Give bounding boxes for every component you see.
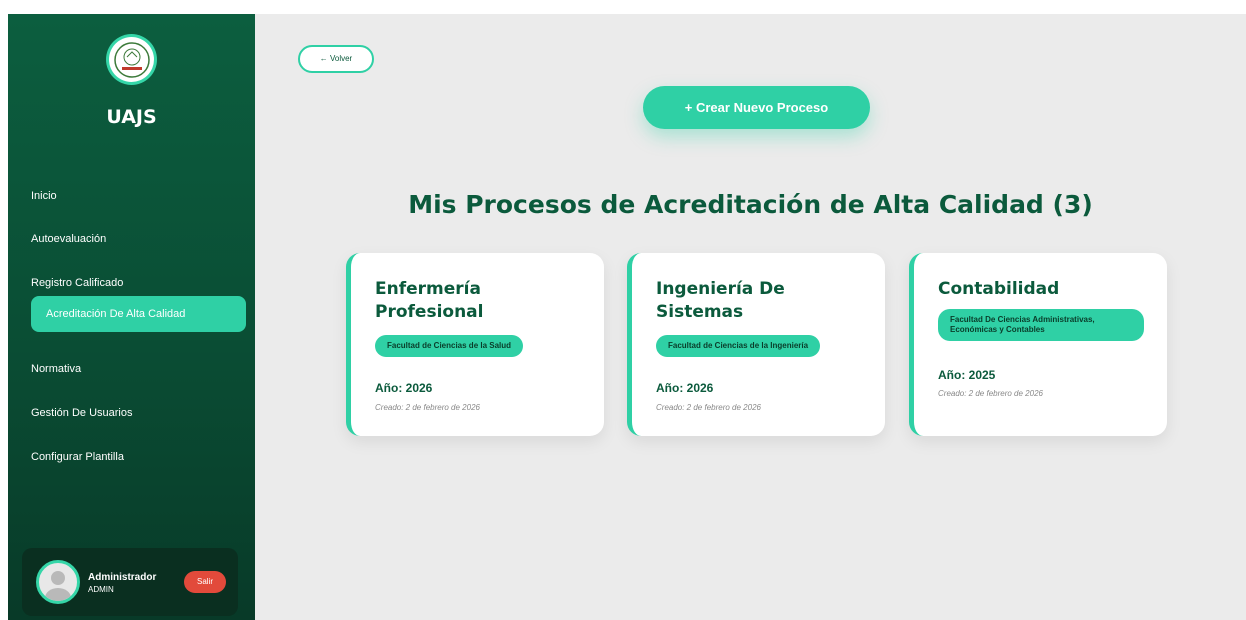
brand-title: UAJS (106, 106, 157, 128)
card-created-date: Creado: 2 de febrero de 2026 (656, 403, 761, 412)
sidebar-item-autoevaluacion[interactable]: Autoevaluación (31, 233, 106, 245)
process-card[interactable]: Contabilidad Facultad De Ciencias Admini… (909, 253, 1167, 436)
sidebar-item-normativa[interactable]: Normativa (31, 363, 81, 375)
card-year: Año: 2026 (375, 381, 433, 395)
card-title: Ingeniería De Sistemas (656, 279, 785, 322)
sidebar-item-configurar-plantilla[interactable]: Configurar Plantilla (31, 451, 124, 463)
faculty-badge: Facultad de Ciencias de la Salud (375, 335, 524, 357)
card-title: Enfermería Profesional (375, 279, 484, 322)
process-card[interactable]: Enfermería Profesional Facultad de Cienc… (346, 253, 604, 436)
process-card[interactable]: Ingeniería De Sistemas Facultad de Cienc… (627, 253, 885, 436)
logout-button[interactable]: Salir (184, 571, 226, 593)
sidebar: UAJS Inicio Autoevaluación Registro Cali… (8, 14, 255, 620)
card-created-date: Creado: 2 de febrero de 2026 (938, 389, 1043, 398)
user-role: ADMIN (88, 585, 114, 594)
sidebar-item-registro-calificado[interactable]: Registro Calificado (31, 277, 123, 289)
card-year: Año: 2025 (938, 368, 996, 382)
card-year: Año: 2026 (656, 381, 714, 395)
user-name: Administrador (88, 572, 157, 583)
user-avatar-icon (36, 560, 80, 604)
create-process-button[interactable]: + Crear Nuevo Proceso (643, 86, 870, 129)
main-content: ← Volver + Crear Nuevo Proceso Mis Proce… (255, 14, 1246, 620)
sidebar-item-gestion-usuarios[interactable]: Gestión De Usuarios (31, 407, 133, 419)
user-card: Administrador ADMIN Salir (22, 548, 238, 616)
sidebar-item-inicio[interactable]: Inicio (31, 190, 57, 202)
institution-seal-icon (113, 41, 150, 78)
logo (106, 34, 157, 85)
card-title: Contabilidad (938, 279, 1060, 299)
faculty-badge: Facultad De Ciencias Administrativas, Ec… (938, 309, 1144, 341)
page-title: Mis Procesos de Acreditación de Alta Cal… (408, 190, 1093, 219)
back-button[interactable]: ← Volver (298, 45, 374, 73)
faculty-badge: Facultad de Ciencias de la Ingeniería (656, 335, 821, 357)
sidebar-item-acreditacion[interactable]: Acreditación De Alta Calidad (31, 296, 246, 332)
card-created-date: Creado: 2 de febrero de 2026 (375, 403, 480, 412)
